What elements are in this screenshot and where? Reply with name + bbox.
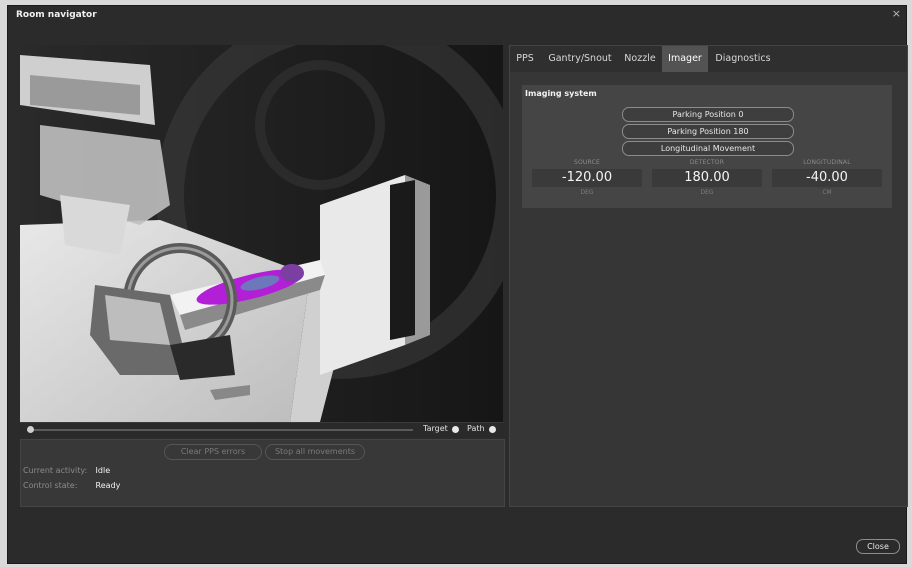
room-navigator-window: Room navigator × Target Path Clear PPS e… [7, 5, 908, 564]
room-scene-illustration [20, 45, 503, 422]
longitudinal-header: LONGITUDINAL [803, 159, 851, 166]
source-readout: SOURCE -120.00 DEG [532, 159, 642, 196]
imaging-system-title: Imaging system [525, 89, 597, 98]
stop-all-movements-button[interactable]: Stop all movements [265, 444, 365, 460]
close-button[interactable]: Close [856, 539, 900, 554]
source-unit: DEG [580, 189, 594, 196]
timeline-scrubber[interactable]: Target Path [20, 422, 503, 437]
longitudinal-movement-button[interactable]: Longitudinal Movement [622, 141, 794, 156]
tab-nozzle[interactable]: Nozzle [620, 46, 660, 72]
tab-gantry-snout[interactable]: Gantry/Snout [544, 46, 616, 72]
timeline-handle[interactable] [27, 426, 34, 433]
target-toggle[interactable] [452, 426, 459, 433]
device-tabs: PPS Gantry/Snout Nozzle Imager Diagnosti… [510, 46, 907, 72]
current-activity-value: Idle [95, 466, 111, 475]
source-value: -120.00 [532, 169, 642, 187]
longitudinal-readout: LONGITUDINAL -40.00 CM [772, 159, 882, 196]
current-activity-label: Current activity: [23, 466, 88, 475]
control-state-label: Control state: [23, 481, 78, 490]
room-3d-viewport[interactable] [20, 45, 503, 422]
detector-header: DETECTOR [689, 159, 725, 166]
timeline-track[interactable] [28, 429, 413, 431]
source-header: SOURCE [574, 159, 600, 166]
target-toggle-label: Target [423, 424, 448, 433]
longitudinal-value: -40.00 [772, 169, 882, 187]
clear-pps-errors-button[interactable]: Clear PPS errors [164, 444, 262, 460]
tab-imager[interactable]: Imager [662, 46, 708, 72]
path-toggle[interactable] [489, 426, 496, 433]
tab-pps[interactable]: PPS [512, 46, 538, 72]
control-status-panel: Clear PPS errors Stop all movements Curr… [20, 439, 505, 507]
parking-position-0-button[interactable]: Parking Position 0 [622, 107, 794, 122]
detector-unit: DEG [700, 189, 714, 196]
tab-diagnostics[interactable]: Diagnostics [714, 46, 772, 72]
longitudinal-unit: CM [822, 189, 832, 196]
control-state-row: Control state: Ready [23, 481, 120, 490]
close-icon[interactable]: × [892, 8, 901, 20]
imaging-system-section: Imaging system Parking Position 0 Parkin… [522, 85, 892, 208]
parking-position-180-button[interactable]: Parking Position 180 [622, 124, 794, 139]
control-state-value: Ready [95, 481, 121, 490]
window-title: Room navigator [16, 10, 97, 20]
path-toggle-label: Path [467, 424, 485, 433]
detector-value: 180.00 [652, 169, 762, 187]
device-panel: PPS Gantry/Snout Nozzle Imager Diagnosti… [509, 45, 908, 507]
detector-readout: DETECTOR 180.00 DEG [652, 159, 762, 196]
current-activity-row: Current activity: Idle [23, 466, 110, 475]
